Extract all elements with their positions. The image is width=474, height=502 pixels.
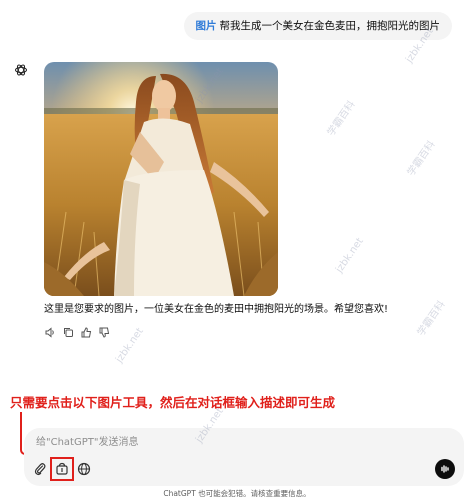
reply-actions bbox=[44, 326, 110, 338]
watermark: jzbk.net bbox=[113, 326, 146, 365]
assistant-reply-text: 这里是您要求的图片，一位美女在金色的麦田中拥抱阳光的场景。希望您喜欢! bbox=[44, 304, 389, 315]
generated-image[interactable] bbox=[44, 62, 278, 296]
thumbs-up-icon[interactable] bbox=[80, 326, 92, 338]
disclaimer-text: ChatGPT 也可能会犯错。请核查重要信息。 bbox=[163, 489, 311, 498]
copy-icon[interactable] bbox=[62, 326, 74, 338]
message-input[interactable]: 给"ChatGPT"发送消息 bbox=[36, 436, 138, 450]
user-message-bubble: 图片 帮我生成一个美女在金色麦田，拥抱阳光的图片 bbox=[183, 12, 452, 40]
thumbs-down-icon[interactable] bbox=[98, 326, 110, 338]
chatgpt-logo-icon bbox=[14, 62, 28, 76]
speaker-icon[interactable] bbox=[44, 326, 56, 338]
voice-icon[interactable] bbox=[435, 459, 455, 479]
annotation-text: 只需要点击以下图片工具，然后在对话框输入描述即可生成 bbox=[10, 395, 336, 410]
watermark-brand: 学霸百科 bbox=[405, 139, 438, 179]
watermark: jzbk.net bbox=[333, 236, 366, 275]
image-tag: 图片 bbox=[195, 20, 217, 32]
user-message-text: 帮我生成一个美女在金色麦田，拥抱阳光的图片 bbox=[219, 20, 441, 32]
watermark-brand: 学霸百科 bbox=[415, 299, 448, 339]
watermark-brand: 学霸百科 bbox=[325, 99, 358, 139]
paperclip-icon[interactable] bbox=[30, 459, 50, 479]
globe-icon[interactable] bbox=[74, 459, 94, 479]
image-tool-icon[interactable] bbox=[50, 457, 74, 481]
